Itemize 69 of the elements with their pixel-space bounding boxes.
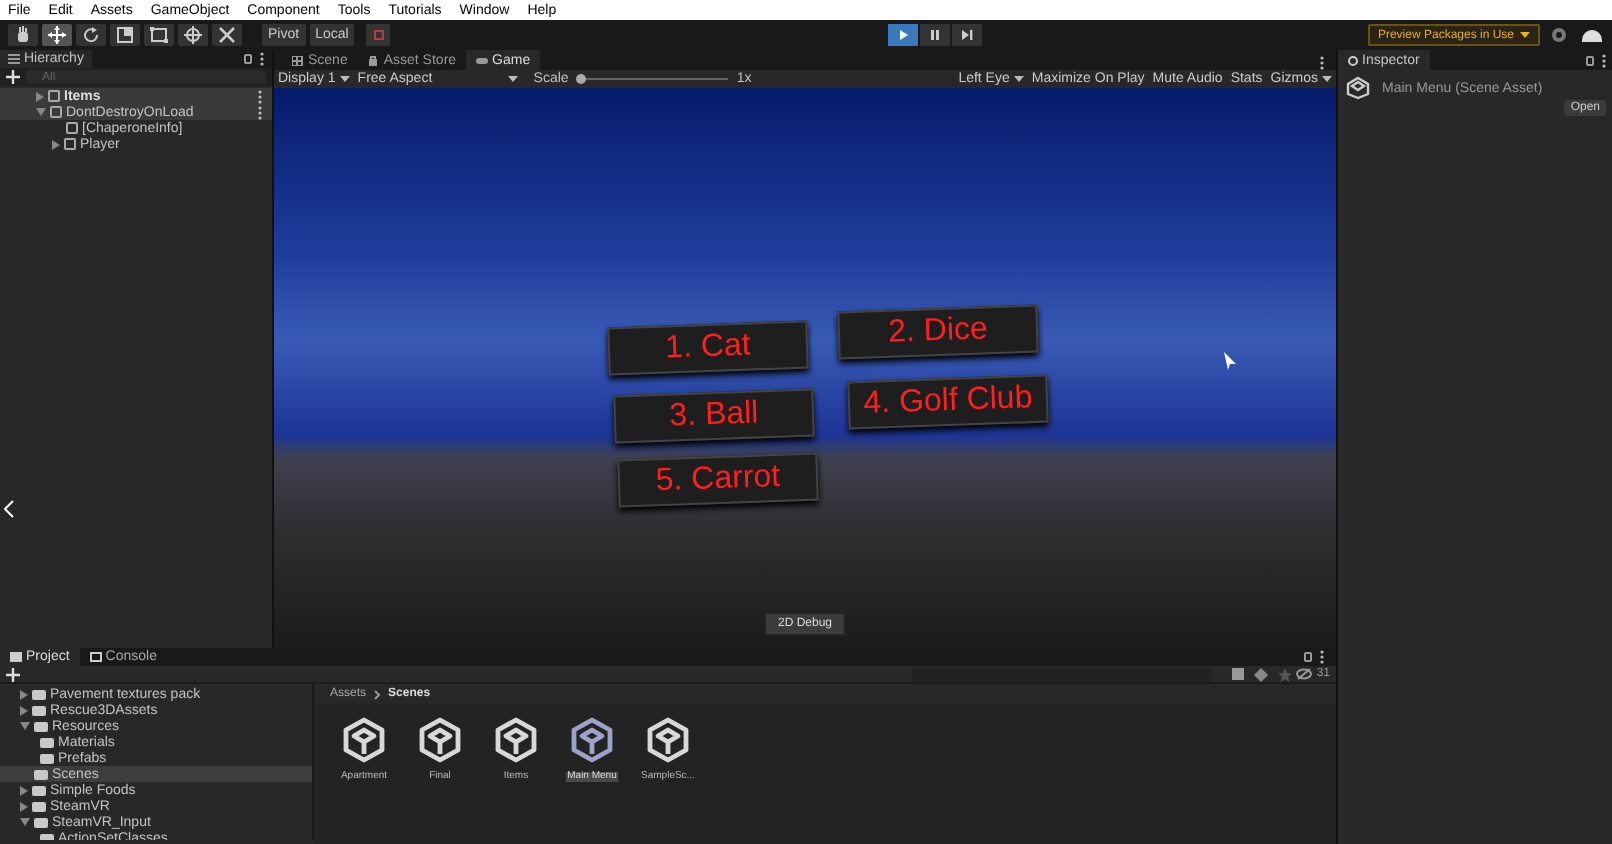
sign-board: 2. Dice — [837, 304, 1039, 360]
expand-arrow-icon[interactable] — [36, 108, 46, 116]
tools-icon — [218, 26, 236, 44]
tool-button[interactable] — [178, 24, 208, 46]
step-icon — [960, 28, 974, 42]
expand-arrow-icon[interactable] — [20, 689, 28, 699]
expand-arrow-icon[interactable] — [52, 139, 60, 149]
step-button[interactable] — [952, 24, 982, 46]
unity-logo-icon — [1346, 76, 1370, 100]
rect-tool-icon — [150, 26, 168, 44]
scale-icon — [116, 26, 134, 44]
unity-scene-icon[interactable] — [644, 716, 692, 764]
list-icon — [8, 54, 20, 64]
expand-arrow-icon[interactable] — [20, 785, 28, 795]
lock-icon[interactable] — [1586, 55, 1594, 65]
expand-arrow-icon[interactable] — [20, 801, 28, 811]
chevron-right-icon — [374, 689, 381, 699]
transform-icon — [184, 26, 202, 44]
star-icon[interactable] — [1278, 667, 1293, 681]
tool-button[interactable] — [212, 24, 242, 46]
unity-scene-icon[interactable] — [492, 716, 540, 764]
expand-arrow-icon[interactable] — [36, 91, 44, 101]
slider-thumb[interactable] — [576, 74, 587, 84]
grid-snap-button[interactable] — [366, 24, 391, 46]
tool-button[interactable] — [42, 24, 72, 46]
rotate-icon — [82, 26, 100, 44]
tool-button[interactable] — [110, 24, 140, 46]
expand-arrow-icon[interactable] — [20, 818, 30, 826]
caret-icon[interactable] — [1013, 76, 1024, 82]
cloud-icon[interactable] — [1582, 29, 1602, 41]
tag-icon[interactable] — [1254, 666, 1269, 682]
eye-slash-icon[interactable] — [1296, 668, 1313, 680]
sign-board: 1. Cat — [607, 320, 809, 376]
unity-scene-icon[interactable] — [416, 716, 464, 764]
expand-arrow-icon[interactable] — [20, 722, 30, 730]
expand-arrow-icon[interactable] — [20, 705, 28, 715]
gamepad-icon — [476, 55, 489, 65]
sign-board: 5. Carrot — [617, 452, 819, 508]
play-icon — [896, 28, 910, 42]
unity-scene-icon[interactable] — [568, 716, 616, 764]
folder-icon — [10, 652, 22, 662]
sign-board: 4. Golf Club — [847, 374, 1049, 430]
caret-icon[interactable] — [1322, 76, 1332, 82]
chevron-left-icon[interactable] — [4, 500, 14, 518]
settings-icon[interactable] — [1552, 28, 1566, 42]
lock-icon[interactable] — [244, 54, 252, 64]
cursor-icon — [1224, 352, 1236, 370]
caret-icon[interactable] — [339, 76, 350, 82]
tool-button[interactable] — [76, 24, 106, 46]
unity-scene-icon[interactable] — [340, 716, 388, 764]
filter-icon[interactable] — [1232, 668, 1245, 680]
play-button[interactable] — [888, 24, 918, 46]
pause-icon — [928, 28, 942, 42]
sign-board: 3. Ball — [613, 388, 815, 444]
hand-icon — [14, 26, 32, 44]
add-icon[interactable] — [6, 667, 20, 681]
lock-icon[interactable] — [1304, 652, 1312, 662]
bag-icon — [367, 55, 380, 65]
console-icon — [89, 652, 102, 662]
caret-icon[interactable] — [507, 76, 518, 82]
pause-button[interactable] — [920, 24, 950, 46]
tool-button[interactable] — [8, 24, 38, 46]
tool-button[interactable] — [144, 24, 174, 46]
add-icon[interactable] — [6, 70, 20, 84]
hash-icon — [292, 55, 304, 65]
move-icon — [48, 26, 66, 44]
info-icon — [1348, 55, 1358, 65]
grid-icon — [373, 30, 384, 40]
caret-icon — [1520, 32, 1530, 38]
